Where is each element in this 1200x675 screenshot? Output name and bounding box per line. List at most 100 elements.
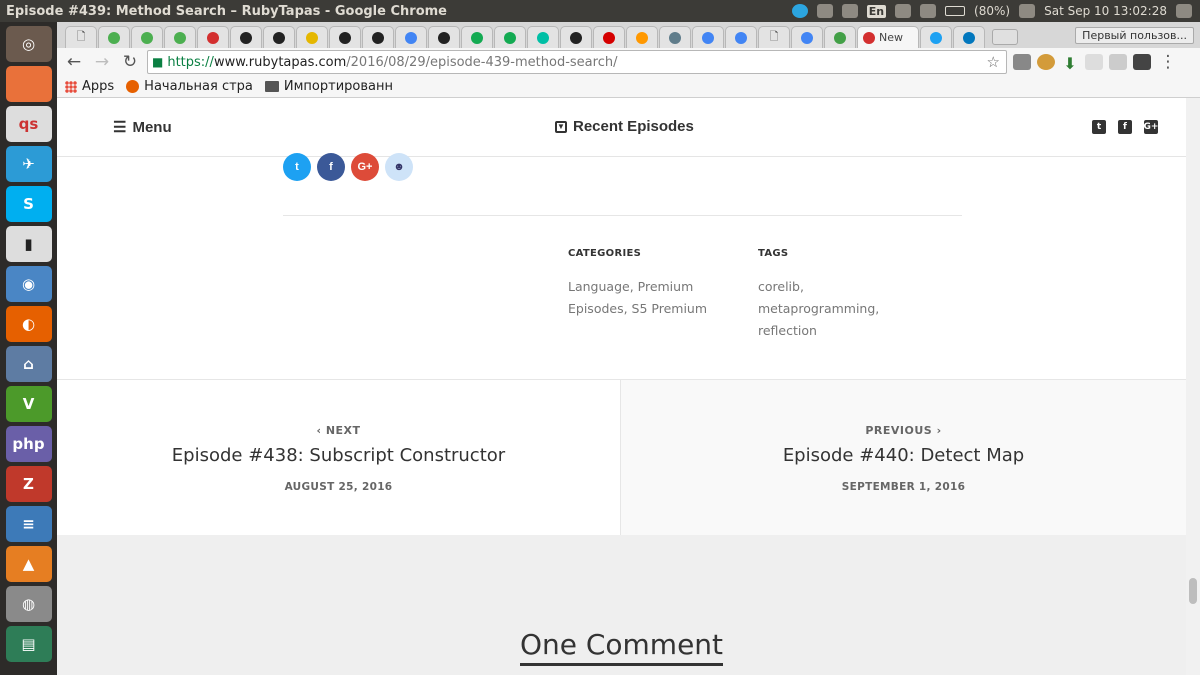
tab[interactable]: 🗋 — [758, 26, 790, 48]
keyboard-layout-indicator[interactable]: En — [866, 4, 887, 18]
extension-icon[interactable] — [1085, 54, 1103, 70]
tab[interactable] — [659, 26, 691, 48]
qsql-icon[interactable]: qs — [5, 106, 52, 142]
active-tab-label: New — [879, 31, 903, 44]
new-tab-button[interactable] — [992, 29, 1018, 45]
google-plus-icon[interactable]: G+ — [1144, 120, 1158, 134]
chevron-down-icon: ▼ — [555, 120, 567, 133]
chrome-icon[interactable]: ◉ — [5, 266, 52, 302]
tab[interactable] — [164, 26, 196, 48]
tab[interactable] — [131, 26, 163, 48]
writer-icon[interactable]: ≡ — [5, 506, 52, 542]
bookmark-star-icon[interactable]: ☆ — [987, 53, 1000, 71]
tab[interactable] — [791, 26, 823, 48]
extension-icon[interactable] — [1133, 54, 1151, 70]
telegram-icon[interactable] — [791, 4, 808, 18]
tag-link[interactable]: metaprogramming, — [758, 298, 879, 320]
menu-button[interactable]: ☰ Menu — [113, 118, 172, 137]
tag-link[interactable]: corelib, — [758, 276, 879, 298]
tab[interactable] — [824, 26, 856, 48]
post-navigation: ‹ NEXT Episode #438: Subscript Construct… — [57, 379, 1186, 535]
battery-percent: (80%) — [974, 4, 1011, 18]
tab[interactable] — [263, 26, 295, 48]
twitter-icon[interactable]: t — [1092, 120, 1106, 134]
divider — [283, 215, 962, 216]
share-twitter-icon[interactable]: t — [283, 153, 311, 181]
bookmark-label: Apps — [82, 79, 115, 94]
next-episode-link[interactable]: ‹ NEXT Episode #438: Subscript Construct… — [57, 380, 621, 535]
bluetooth-icon[interactable] — [895, 4, 912, 18]
php-icon[interactable]: php — [5, 426, 52, 462]
mail-icon[interactable] — [920, 4, 937, 18]
tab[interactable]: 🗋 — [65, 26, 97, 48]
filezilla-icon[interactable]: Z — [5, 466, 52, 502]
tab[interactable] — [395, 26, 427, 48]
telegram-launcher-icon[interactable]: ✈ — [5, 146, 52, 182]
tab[interactable] — [560, 26, 592, 48]
clock[interactable]: Sat Sep 10 13:02:28 — [1044, 4, 1167, 18]
chrome-menu-icon[interactable]: ⋮ — [1157, 51, 1179, 73]
share-reddit-icon[interactable]: ☻ — [385, 153, 413, 181]
vlc-icon[interactable]: ▲ — [5, 546, 52, 582]
recent-episodes-button[interactable]: ▼ Recent Episodes — [555, 118, 694, 135]
facebook-icon[interactable]: f — [1118, 120, 1132, 134]
share-facebook-icon[interactable]: f — [317, 153, 345, 181]
tab-active[interactable]: New — [857, 26, 919, 48]
page-scrollbar[interactable] — [1186, 98, 1200, 675]
cookie-extension-icon[interactable] — [1037, 54, 1055, 70]
extension-icon[interactable] — [1109, 54, 1127, 70]
tab[interactable] — [920, 26, 952, 48]
menu-label: Menu — [132, 118, 172, 136]
volume-icon[interactable] — [1019, 4, 1036, 18]
bookmark-label: Импортированн — [283, 79, 393, 94]
previous-episode-link[interactable]: PREVIOUS › Episode #440: Detect Map SEPT… — [621, 380, 1186, 535]
battery-icon[interactable] — [945, 6, 966, 16]
tab[interactable] — [362, 26, 394, 48]
download-arrow-icon[interactable]: ⬇ — [1061, 54, 1079, 73]
tab[interactable] — [329, 26, 361, 48]
reload-button[interactable]: ↻ — [119, 51, 141, 73]
disks-icon[interactable]: ◍ — [5, 586, 52, 622]
share-google-plus-icon[interactable]: G+ — [351, 153, 379, 181]
scrollbar-thumb[interactable] — [1189, 578, 1197, 604]
bookmark-imported-folder[interactable]: Импортированн — [264, 79, 393, 94]
bookmark-apps[interactable]: Apps — [65, 79, 114, 94]
tab[interactable] — [494, 26, 526, 48]
tab[interactable] — [692, 26, 724, 48]
tab[interactable] — [296, 26, 328, 48]
bookmark-start-page[interactable]: Начальная стра — [126, 79, 253, 94]
workbench-icon[interactable]: ⌂ — [5, 346, 52, 382]
tab[interactable] — [593, 26, 625, 48]
tab[interactable] — [725, 26, 757, 48]
forward-button[interactable]: → — [91, 51, 113, 73]
tab[interactable] — [953, 26, 985, 48]
profile-button[interactable]: Первый пользов... — [1075, 27, 1194, 44]
jb-extension-icon[interactable] — [1013, 54, 1031, 70]
ubuntu-dash-icon[interactable]: ◎ — [5, 26, 52, 62]
tab[interactable] — [527, 26, 559, 48]
firefox-launcher-icon[interactable]: ◐ — [5, 306, 52, 342]
files-icon[interactable] — [5, 66, 52, 102]
tab[interactable] — [98, 26, 130, 48]
category-link[interactable]: Episodes, S5 Premium — [568, 298, 707, 320]
wifi-icon[interactable] — [841, 4, 858, 18]
vim-icon[interactable]: V — [5, 386, 52, 422]
category-link[interactable]: Language, Premium — [568, 276, 707, 298]
browser-tab-strip: 🗋 🗋 New Первый пользов... — [57, 22, 1200, 48]
tab[interactable] — [197, 26, 229, 48]
categories-heading: CATEGORIES — [568, 248, 642, 259]
next-episode-title[interactable]: Episode #438: Subscript Constructor — [57, 445, 620, 466]
tab[interactable] — [428, 26, 460, 48]
dropbox-icon[interactable] — [816, 4, 833, 18]
terminal-icon[interactable]: ▮ — [5, 226, 52, 262]
previous-episode-title[interactable]: Episode #440: Detect Map — [621, 445, 1186, 466]
power-gear-icon[interactable] — [1176, 4, 1192, 18]
tab[interactable] — [230, 26, 262, 48]
back-button[interactable]: ← — [63, 51, 85, 73]
trash-icon[interactable]: ▤ — [5, 626, 52, 662]
skype-icon[interactable]: S — [5, 186, 52, 222]
address-bar[interactable]: ■ https://www.rubytapas.com/2016/08/29/e… — [147, 50, 1007, 74]
tab[interactable] — [626, 26, 658, 48]
tag-link[interactable]: reflection — [758, 320, 879, 342]
tab[interactable] — [461, 26, 493, 48]
